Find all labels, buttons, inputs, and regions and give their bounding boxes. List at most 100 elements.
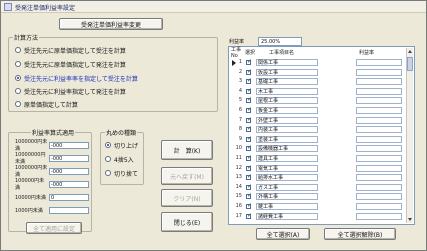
row-name-field[interactable]: 外壁工事 xyxy=(256,116,318,124)
row-checkbox[interactable] xyxy=(246,192,252,200)
list-item[interactable]: 6 板金工事 xyxy=(230,106,407,115)
row-rate-field[interactable] xyxy=(356,107,402,114)
calc-option-3[interactable]: 受注先元に利益率率を指定して受注を計算 xyxy=(15,74,138,83)
row-name-field[interactable]: 屋根工事 xyxy=(256,97,318,105)
row-checkbox[interactable] xyxy=(246,212,252,219)
list-item[interactable]: 8 内装工事 xyxy=(230,125,407,134)
row-name-field[interactable]: 諸経費工事 xyxy=(256,212,318,220)
list-item[interactable]: 11 建具工事 xyxy=(230,154,407,163)
list-item[interactable]: 7 外壁工事 xyxy=(230,116,407,125)
radio-icon[interactable] xyxy=(15,61,21,67)
row-name-field[interactable]: 関係工事 xyxy=(256,59,318,66)
list-item[interactable]: 5 屋根工事 xyxy=(230,96,407,105)
row-checkbox[interactable] xyxy=(246,58,252,65)
list-item[interactable]: 17 諸経費工事 xyxy=(230,212,407,221)
rate-range-input[interactable] xyxy=(49,206,89,214)
row-rate-field[interactable] xyxy=(356,87,402,95)
list-item[interactable]: 1 関係工事 xyxy=(230,58,407,67)
row-name-field[interactable]: 建具工事 xyxy=(256,155,318,162)
row-checkbox[interactable] xyxy=(246,173,252,181)
row-name-field[interactable]: 基礎工事 xyxy=(256,78,318,86)
row-rate-field[interactable] xyxy=(356,145,402,153)
scroll-down-icon[interactable] xyxy=(408,218,412,221)
row-name-field[interactable]: 給排水工事 xyxy=(256,174,318,182)
rate-range-input[interactable]: -000 xyxy=(49,141,89,149)
row-rate-field[interactable] xyxy=(356,126,402,134)
list-item[interactable]: 15 外構工事 xyxy=(230,192,407,201)
radio-icon[interactable] xyxy=(15,88,21,94)
list-item[interactable]: 3 基礎工事 xyxy=(230,77,407,86)
row-rate-field[interactable] xyxy=(356,68,402,76)
row-checkbox[interactable] xyxy=(246,116,252,123)
row-name-field[interactable]: 木工事 xyxy=(256,87,318,95)
row-checkbox[interactable] xyxy=(246,135,252,142)
row-checkbox[interactable] xyxy=(246,96,252,104)
row-name-field[interactable]: 内装工事 xyxy=(256,126,318,134)
calc-option-4[interactable]: 受注先元に利益率指定して発注を計算 xyxy=(15,87,126,96)
calc-option-5[interactable]: 原単価指定して計算 xyxy=(15,100,78,109)
row-rate-field[interactable] xyxy=(356,135,402,143)
row-checkbox[interactable] xyxy=(246,144,252,152)
row-checkbox[interactable] xyxy=(246,154,252,161)
row-rate-field[interactable] xyxy=(356,116,402,124)
row-name-field[interactable]: 電気工事 xyxy=(256,164,318,172)
row-name-field[interactable]: 外構工事 xyxy=(256,193,318,201)
rounding-option-3[interactable]: 切り捨て xyxy=(105,169,138,178)
undo-button[interactable]: 元へ戻す(M) xyxy=(161,167,213,185)
radio-icon[interactable] xyxy=(105,170,111,176)
row-checkbox[interactable] xyxy=(246,164,252,171)
row-checkbox[interactable] xyxy=(246,106,252,113)
calc-button[interactable]: 計 算(K) xyxy=(161,140,213,160)
row-name-field[interactable]: 仮設工事 xyxy=(256,68,318,76)
rate-range-input[interactable]: -000 xyxy=(49,180,89,188)
calc-option-2[interactable]: 受注先元に原単価指定して発注を計算 xyxy=(15,60,126,69)
row-checkbox[interactable] xyxy=(246,68,252,75)
radio-icon[interactable] xyxy=(15,47,21,53)
row-rate-field[interactable] xyxy=(356,97,402,105)
row-rate-field[interactable] xyxy=(356,212,402,220)
scroll-thumb[interactable] xyxy=(407,57,413,71)
row-name-field[interactable]: 塗装工事 xyxy=(256,135,318,143)
rounding-option-1[interactable]: 切り上げ xyxy=(105,141,138,150)
row-rate-field[interactable] xyxy=(356,59,402,66)
row-name-field[interactable]: 板金工事 xyxy=(256,107,318,114)
row-name-field[interactable]: ガス工事 xyxy=(256,183,318,191)
rate-range-input[interactable]: -000 xyxy=(49,154,89,162)
list-scrollbar[interactable] xyxy=(406,48,413,223)
row-rate-field[interactable] xyxy=(356,193,402,201)
list-item[interactable]: 4 木工事 xyxy=(230,87,407,96)
apply-all-button[interactable]: 全て適用に設定 xyxy=(26,222,82,234)
radio-icon[interactable] xyxy=(15,101,21,107)
rate-range-input[interactable]: 0 xyxy=(49,193,89,201)
rounding-option-2[interactable]: 4捨5入 xyxy=(105,155,134,164)
radio-selected-icon[interactable] xyxy=(15,75,21,81)
row-rate-field[interactable] xyxy=(356,203,402,210)
radio-icon[interactable] xyxy=(105,156,111,162)
row-rate-field[interactable] xyxy=(356,174,402,182)
radio-selected-icon[interactable] xyxy=(105,142,111,148)
row-checkbox[interactable] xyxy=(246,77,252,85)
close-button[interactable]: 閉じる(E) xyxy=(161,212,213,232)
row-rate-field[interactable] xyxy=(356,155,402,162)
change-profit-rate-button[interactable]: 受発注単価利益率変更 xyxy=(59,18,163,30)
select-all-button[interactable]: 全て選択(A) xyxy=(256,228,310,240)
row-rate-field[interactable] xyxy=(356,164,402,172)
row-name-field[interactable]: 設備機器工事 xyxy=(256,145,318,153)
row-rate-field[interactable] xyxy=(356,183,402,191)
row-checkbox[interactable] xyxy=(246,183,252,190)
clear-button[interactable]: クリア(N) xyxy=(161,189,213,207)
list-item[interactable]: 10 設備機器工事 xyxy=(230,144,407,153)
deselect-all-button[interactable]: 全て選択解除(B) xyxy=(324,228,396,240)
calc-option-1[interactable]: 受注先元に原単価指定して受注を計算 xyxy=(15,46,126,55)
rate-field-input[interactable]: 25.00% xyxy=(258,37,302,46)
row-name-field[interactable]: 雑工事 xyxy=(256,203,318,210)
row-checkbox[interactable] xyxy=(246,125,252,133)
row-checkbox[interactable] xyxy=(246,202,252,209)
list-item[interactable]: 16 雑工事 xyxy=(230,202,407,211)
list-item[interactable]: 12 電気工事 xyxy=(230,164,407,173)
scroll-up-icon[interactable] xyxy=(408,50,412,53)
row-checkbox[interactable] xyxy=(246,87,252,94)
list-item[interactable]: 14 ガス工事 xyxy=(230,183,407,192)
list-item[interactable]: 9 塗装工事 xyxy=(230,135,407,144)
rate-range-input[interactable]: -000 xyxy=(49,167,89,175)
